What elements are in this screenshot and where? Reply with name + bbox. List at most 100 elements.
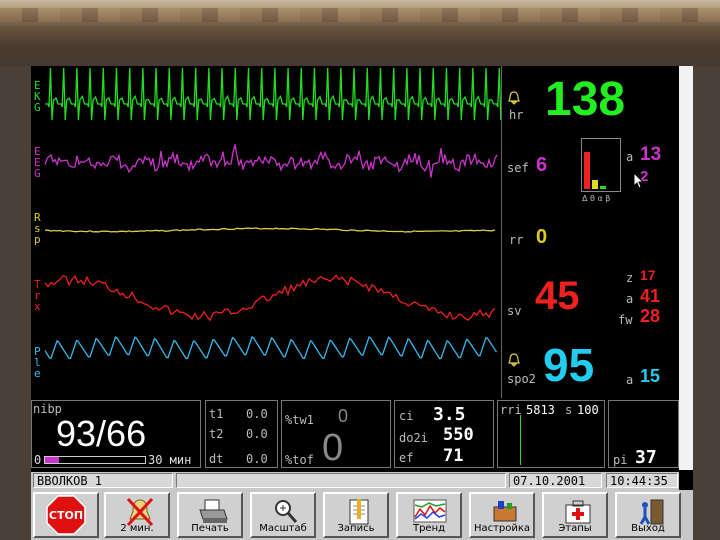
stop-label: СТОП xyxy=(48,509,84,522)
print-label: Печать xyxy=(191,523,229,534)
nibp-value: 93/66 xyxy=(56,413,147,454)
tw1-value: 0 xyxy=(338,406,349,426)
rri-marker xyxy=(520,415,521,465)
trx-waveform xyxy=(44,274,496,322)
tof-label: %tof xyxy=(285,453,314,467)
band-bar-delta xyxy=(584,152,590,189)
waveforms xyxy=(44,67,501,360)
timer-dt-value: 0.0 xyxy=(246,452,268,466)
record-button[interactable]: Запись xyxy=(323,492,389,538)
mute-label: 2 мин. xyxy=(120,523,154,534)
scale-button[interactable]: Масштаб xyxy=(250,492,316,538)
print-button[interactable]: Печать xyxy=(177,492,243,538)
sef-label: sef xyxy=(507,161,529,175)
rsp-waveform xyxy=(45,227,496,233)
stop-button[interactable]: СТОП xyxy=(33,492,99,538)
a-bottom-label: a xyxy=(626,373,634,387)
ple-label: P l e xyxy=(34,345,41,380)
toolbar: СТОП 2 мин. Печать Масштаб Запись Тренд … xyxy=(31,490,693,540)
nibp-scale-min: 0 xyxy=(34,453,42,467)
ef-label: ef xyxy=(399,451,414,465)
rri-value: 5813 xyxy=(526,403,555,417)
hr-label: hr xyxy=(509,108,524,122)
trend-button[interactable]: Тренд xyxy=(396,492,462,538)
waveform-divider xyxy=(501,66,502,398)
ple-waveform xyxy=(44,336,498,360)
mute-2min-button[interactable]: 2 мин. xyxy=(104,492,170,538)
rri-panel: rri 5813 s 100 xyxy=(497,400,605,468)
hemodynamics-panel: ci 3.5 do2i 550 ef 71 xyxy=(394,400,494,468)
nibp-scale-max: 30 мин xyxy=(148,453,192,467)
settings-label: Настройка xyxy=(473,523,531,534)
patient-name[interactable]: ВВОЛКОВ 1 xyxy=(33,473,173,488)
record-label: Запись xyxy=(337,523,375,534)
z-value: 17 xyxy=(640,267,656,283)
do2i-value: 550 xyxy=(443,425,474,445)
ekg-waveform xyxy=(45,67,501,121)
hr-value: 138 xyxy=(545,73,626,126)
tw1-label: %tw1 xyxy=(285,413,314,427)
timer-t2-label: t2 xyxy=(209,427,224,441)
z-label: z xyxy=(626,271,634,285)
window-right-edge xyxy=(679,66,693,470)
do2i-label: do2i xyxy=(399,431,428,445)
timer-dt-label: dt xyxy=(209,452,224,466)
exit-button[interactable]: Выход xyxy=(615,492,681,538)
tof-panel: %tw1 0 %tof 0 xyxy=(281,400,391,469)
sv-value: 45 xyxy=(535,274,580,318)
fw-label: fw xyxy=(618,313,633,327)
pi-panel: pi 37 xyxy=(608,400,679,468)
tof-value: 0 xyxy=(322,427,344,469)
nibp-panel[interactable]: nibp 93/66 0 30 мин xyxy=(31,400,201,468)
nibp-progress-track xyxy=(44,456,146,464)
a-mid-label: a xyxy=(626,292,634,306)
timers-panel: t1 0.0 t2 0.0 dt 0.0 xyxy=(205,400,278,468)
rr-value: 0 xyxy=(536,226,548,248)
trx-label: T r x xyxy=(34,278,41,313)
ef-value: 71 xyxy=(443,446,464,466)
stages-label: Этапы xyxy=(558,523,592,534)
scale-label: Масштаб xyxy=(259,523,307,534)
timer-t2-value: 0.0 xyxy=(246,427,268,441)
rri-label: rri xyxy=(500,403,522,417)
time-display: 10:44:35 xyxy=(606,473,678,488)
stages-button[interactable]: Этапы xyxy=(542,492,608,538)
trend-label: Тренд xyxy=(412,523,446,534)
settings-button[interactable]: Настройка xyxy=(469,492,535,538)
status-bar: ВВОЛКОВ 1 07.10.2001 10:44:35 xyxy=(31,472,679,490)
ci-label: ci xyxy=(399,409,414,423)
rsp-label: R s p xyxy=(34,211,41,246)
eeg-label: E E G xyxy=(34,145,41,180)
eeg-bands-legend: Δ θ α β xyxy=(582,194,611,203)
sv-label: sv xyxy=(507,304,522,318)
nibp-progress-fill xyxy=(45,457,59,463)
a-top-label: a xyxy=(626,150,634,164)
rri-s-value: 100 xyxy=(577,403,599,417)
bell-icon xyxy=(508,91,520,105)
date-display: 07.10.2001 xyxy=(509,473,602,488)
ekg-label: E K G xyxy=(34,79,41,114)
rr-label: rr xyxy=(509,233,524,247)
status-empty-field xyxy=(176,473,506,488)
spo2-value: 95 xyxy=(543,339,595,391)
pi-value: 37 xyxy=(635,447,657,468)
a-mid-value: 41 xyxy=(640,286,661,306)
spo2-label: spo2 xyxy=(507,372,536,386)
ci-value: 3.5 xyxy=(433,404,466,425)
monitor-screen: E K G E E G R s p T r x P l e hr 138 sef… xyxy=(31,66,693,540)
rri-s-label: s xyxy=(565,403,573,417)
a-top-value: 13 xyxy=(640,144,662,165)
eeg-waveform xyxy=(44,144,498,178)
fw-value: 28 xyxy=(640,306,661,326)
timer-t1-label: t1 xyxy=(209,407,224,421)
band-bar-theta xyxy=(592,180,598,189)
sef-value: 6 xyxy=(536,154,548,176)
mouse-cursor-icon xyxy=(633,172,645,189)
a-bottom-value: 15 xyxy=(640,366,661,386)
timer-t1-value: 0.0 xyxy=(246,407,268,421)
desktop-background xyxy=(0,0,720,66)
band-bar-alpha xyxy=(600,186,606,189)
exit-label: Выход xyxy=(631,523,665,534)
pi-label: pi xyxy=(613,453,628,467)
spo2-bell-icon xyxy=(508,353,520,367)
